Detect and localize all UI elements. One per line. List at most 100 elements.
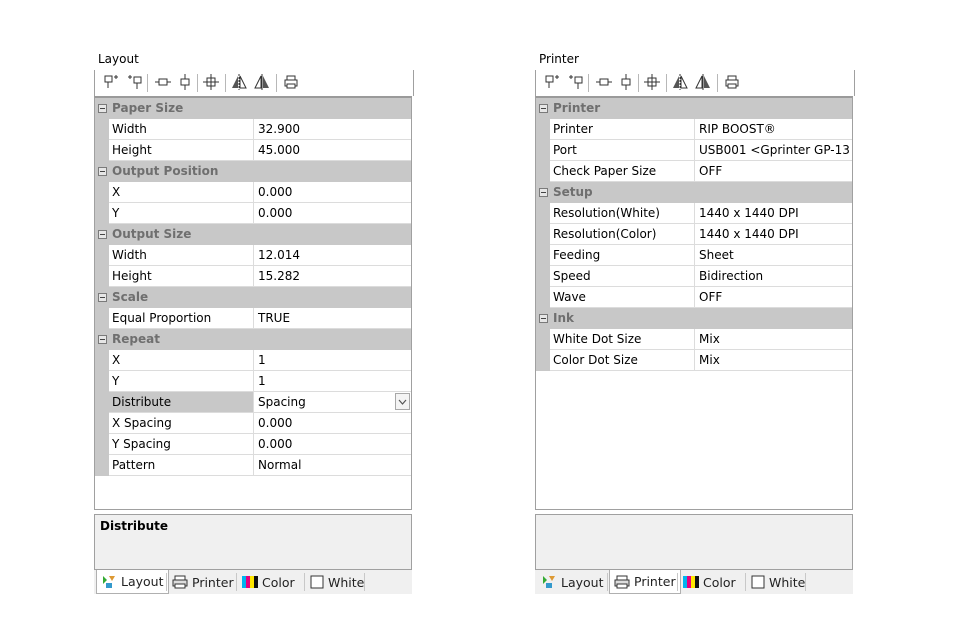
property-value-text: 0.000 [258,206,293,220]
property-row[interactable]: X1 [95,350,411,371]
category-header[interactable]: Ink [536,308,852,329]
property-value[interactable]: 12.014 [254,245,411,266]
flip-vertical-button[interactable] [693,73,713,93]
property-row[interactable]: Pattern Normal [95,455,411,476]
property-value[interactable]: Spacing [254,392,411,413]
property-value[interactable]: USB001 <Gprinter GP-13 [695,140,852,161]
property-row[interactable]: Color Dot Size Mix [536,350,852,371]
dropdown-button[interactable] [395,393,410,410]
property-value[interactable]: 1440 x 1440 DPI [695,224,852,245]
category-header[interactable]: Setup [536,182,852,203]
property-value[interactable]: Normal [254,455,411,476]
category-header[interactable]: Scale [95,287,411,308]
collapse-icon[interactable] [98,230,107,239]
property-value[interactable]: OFF [695,287,852,308]
property-row[interactable]: Feeding Sheet [536,245,852,266]
property-value[interactable]: 45.000 [254,140,411,161]
flip-vertical-button[interactable] [252,73,272,93]
center-horizontal-button[interactable] [594,73,614,93]
property-row[interactable]: Resolution(White) 1440 x 1440 DPI [536,203,852,224]
property-row[interactable]: Resolution(Color) 1440 x 1440 DPI [536,224,852,245]
property-row[interactable]: White Dot Size Mix [536,329,852,350]
align-top-left-button[interactable] [101,73,121,93]
property-value[interactable]: Mix [695,329,852,350]
property-name: Y [109,203,254,224]
property-row[interactable]: Y Spacing 0.000 [95,434,411,455]
property-row[interactable]: Width 32.900 [95,119,411,140]
property-value[interactable]: 0.000 [254,182,411,203]
category-header[interactable]: Repeat [95,329,411,350]
flip-horizontal-button[interactable] [229,73,249,93]
property-value[interactable]: 1 [254,371,411,392]
tab-printer[interactable]: Printer [168,571,238,593]
center-both-button[interactable] [642,73,662,93]
property-row[interactable]: Height 45.000 [95,140,411,161]
tab-white[interactable]: White [747,571,809,593]
property-name: Wave [550,287,695,308]
tab-printer[interactable]: Printer [609,570,681,594]
property-value[interactable]: 0.000 [254,413,411,434]
align-top-right-button[interactable] [566,73,586,93]
property-value[interactable]: 0.000 [254,203,411,224]
layout-icon [101,575,117,589]
property-value[interactable]: RIP BOOST® [695,119,852,140]
tab-layout[interactable]: Layout [96,570,169,594]
align-top-right-button[interactable] [125,73,145,93]
print-button[interactable] [281,73,301,93]
center-both-button[interactable] [201,73,221,93]
tab-color[interactable]: Color [238,571,299,593]
property-value[interactable]: 1440 x 1440 DPI [695,203,852,224]
center-vertical-button[interactable] [616,73,636,93]
property-grid: Paper Size Width 32.900 Height 45.000 Output … [94,96,412,510]
tab-white[interactable]: White [306,571,368,593]
collapse-icon[interactable] [539,188,548,197]
property-row[interactable]: Height 15.282 [95,266,411,287]
category-header[interactable]: Paper Size [95,98,411,119]
tab-color[interactable]: Color [679,571,740,593]
property-value[interactable]: 32.900 [254,119,411,140]
property-row[interactable]: X 0.000 [95,182,411,203]
property-value[interactable]: Bidirection [695,266,852,287]
property-row[interactable]: Width 12.014 [95,245,411,266]
property-row[interactable]: Check Paper Size OFF [536,161,852,182]
property-row[interactable]: Y 0.000 [95,203,411,224]
property-value-text: OFF [699,164,723,178]
property-value[interactable]: Mix [695,350,852,371]
collapse-icon[interactable] [98,335,107,344]
property-row[interactable]: Printer RIP BOOST® [536,119,852,140]
property-value[interactable]: TRUE [254,308,411,329]
category-header[interactable]: Printer [536,98,852,119]
row-gutter [95,308,109,329]
property-row[interactable]: X Spacing 0.000 [95,413,411,434]
panel-title: Layout [98,52,139,66]
print-button[interactable] [722,73,742,93]
flip-horizontal-button[interactable] [670,73,690,93]
property-row[interactable]: Y1 [95,371,411,392]
collapse-icon[interactable] [539,314,548,323]
align-top-left-button[interactable] [542,73,562,93]
property-row[interactable]: Wave OFF [536,287,852,308]
property-name: Width [109,245,254,266]
tab-layout[interactable]: Layout [537,571,608,593]
row-gutter [95,266,109,287]
property-name: Y Spacing [109,434,254,455]
property-row[interactable]: Speed Bidirection [536,266,852,287]
property-row[interactable]: Equal Proportion TRUE [95,308,411,329]
property-row[interactable]: Port USB001 <Gprinter GP-13 [536,140,852,161]
property-value-text: OFF [699,290,723,304]
category-header[interactable]: Output Position [95,161,411,182]
property-row[interactable]: Distribute Spacing [95,392,411,413]
property-value[interactable]: 0.000 [254,434,411,455]
collapse-icon[interactable] [98,293,107,302]
property-value[interactable]: OFF [695,161,852,182]
collapse-icon[interactable] [98,104,107,113]
property-value[interactable]: 1 [254,350,411,371]
center-horizontal-button[interactable] [153,73,173,93]
collapse-icon[interactable] [98,167,107,176]
collapse-icon[interactable] [539,104,548,113]
center-vertical-button[interactable] [175,73,195,93]
tab-label: Color [262,574,295,590]
property-value[interactable]: Sheet [695,245,852,266]
category-header[interactable]: Output Size [95,224,411,245]
property-value[interactable]: 15.282 [254,266,411,287]
